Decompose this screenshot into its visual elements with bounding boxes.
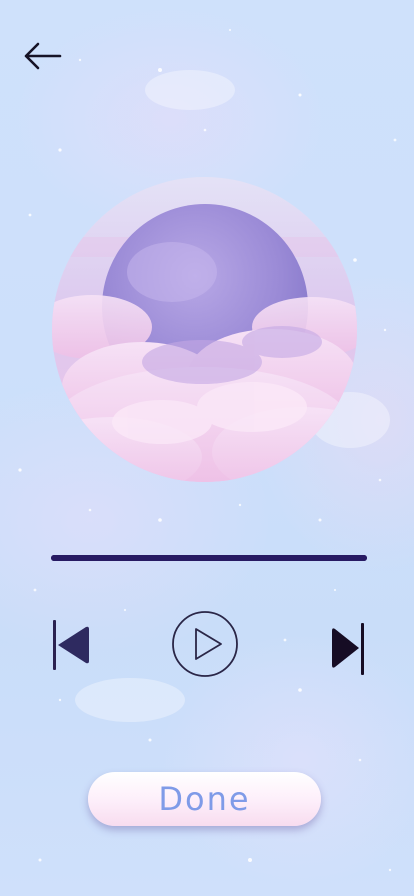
skip-next-icon [332, 623, 364, 675]
back-button[interactable] [22, 40, 64, 72]
progress-bar[interactable] [51, 555, 367, 561]
arrow-left-icon [24, 42, 62, 70]
play-button[interactable] [170, 609, 240, 679]
progress-fill [51, 555, 367, 561]
done-button[interactable]: Done [88, 772, 321, 826]
cloud-sphere-artwork [52, 177, 357, 482]
player-screen: Done [0, 0, 414, 896]
skip-previous-icon [53, 620, 89, 670]
play-icon [172, 611, 238, 677]
album-artwork [52, 177, 357, 482]
previous-track-button[interactable] [50, 617, 94, 673]
next-track-button[interactable] [326, 619, 370, 679]
